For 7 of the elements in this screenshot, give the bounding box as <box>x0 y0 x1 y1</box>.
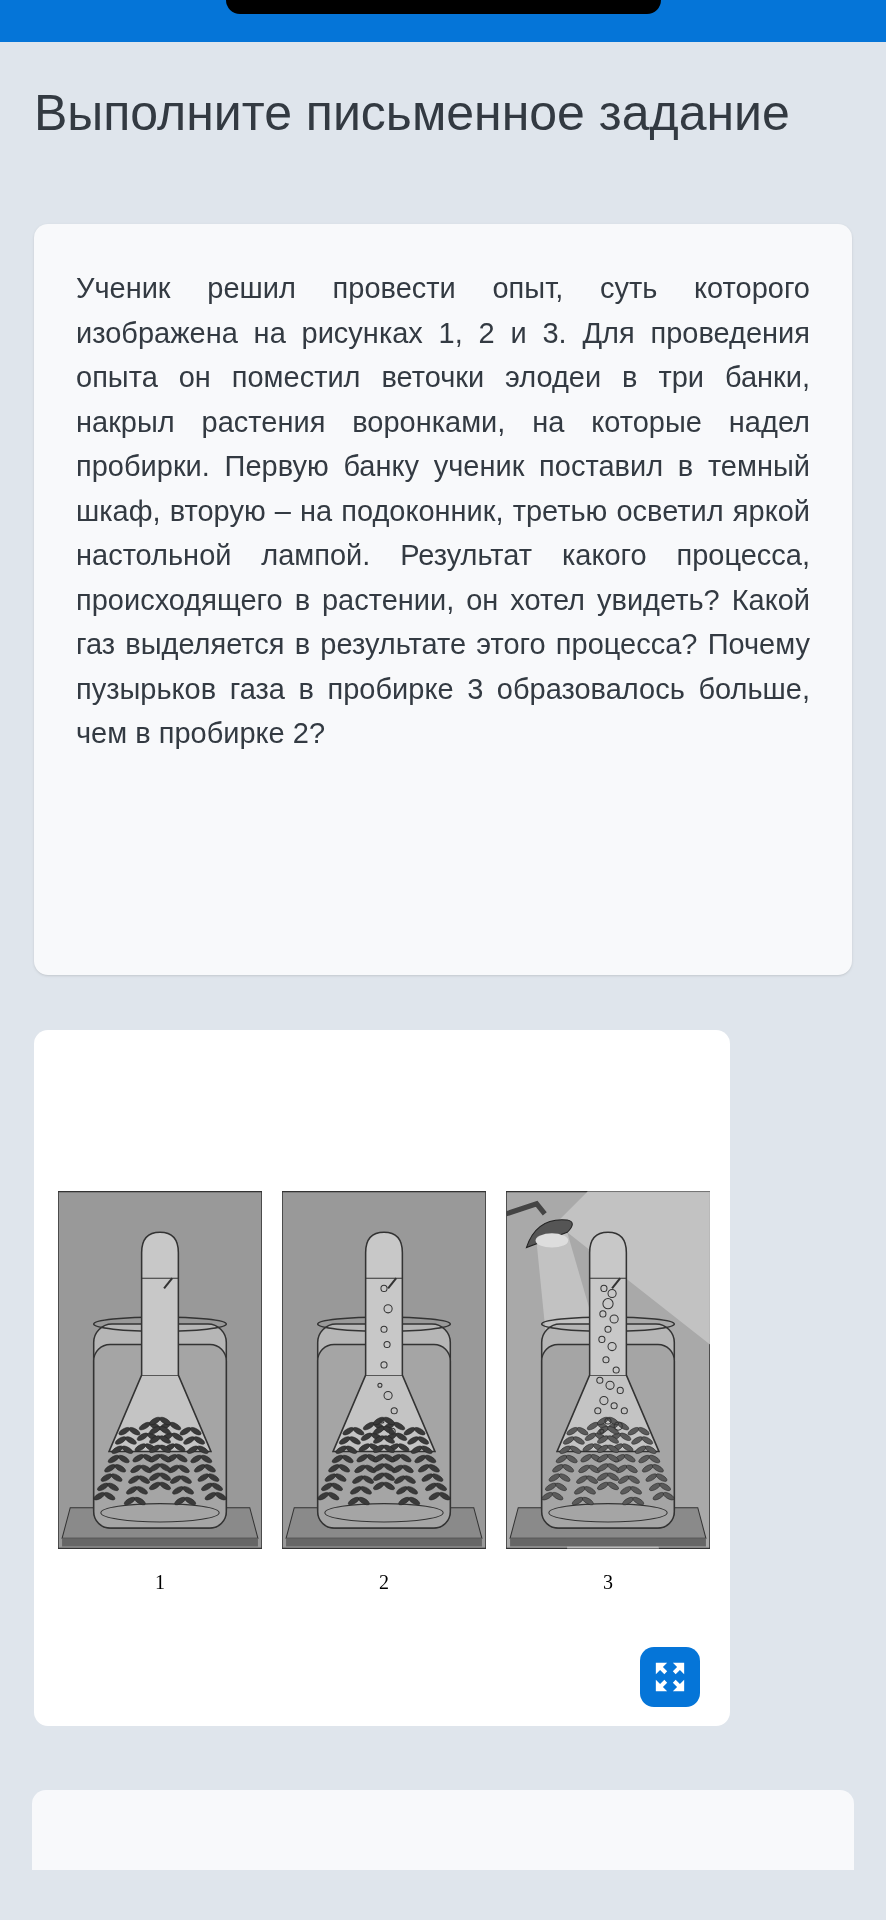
question-text: Ученик решил провести опыт, суть которого изображена на рисунках 1, 2 и 3. Для проведения опыта он поместил веточки элодеи в три банки, накрыл растения воронками, на которые надел пробирки. Первую банку ученик поставил в темный шкаф, вторую – на подоконник, третью осветил яркой настольной лампой. Результат какого процесса, происходящего в растении, он хотел увидеть? Какой газ выделяется в результате этого процесса? Почему пузырьков газа в пробирке 3 образовалось больше, чем в пробирке 2? <box>76 271 810 751</box>
fullscreen-button[interactable] <box>640 1647 700 1707</box>
page-heading: Выполните письменное задание <box>34 84 791 143</box>
expand-arrows-icon <box>653 1660 687 1694</box>
figure-number: 2 <box>379 1570 389 1595</box>
figure-number: 3 <box>603 1570 613 1595</box>
figure-number: 1 <box>155 1570 165 1595</box>
